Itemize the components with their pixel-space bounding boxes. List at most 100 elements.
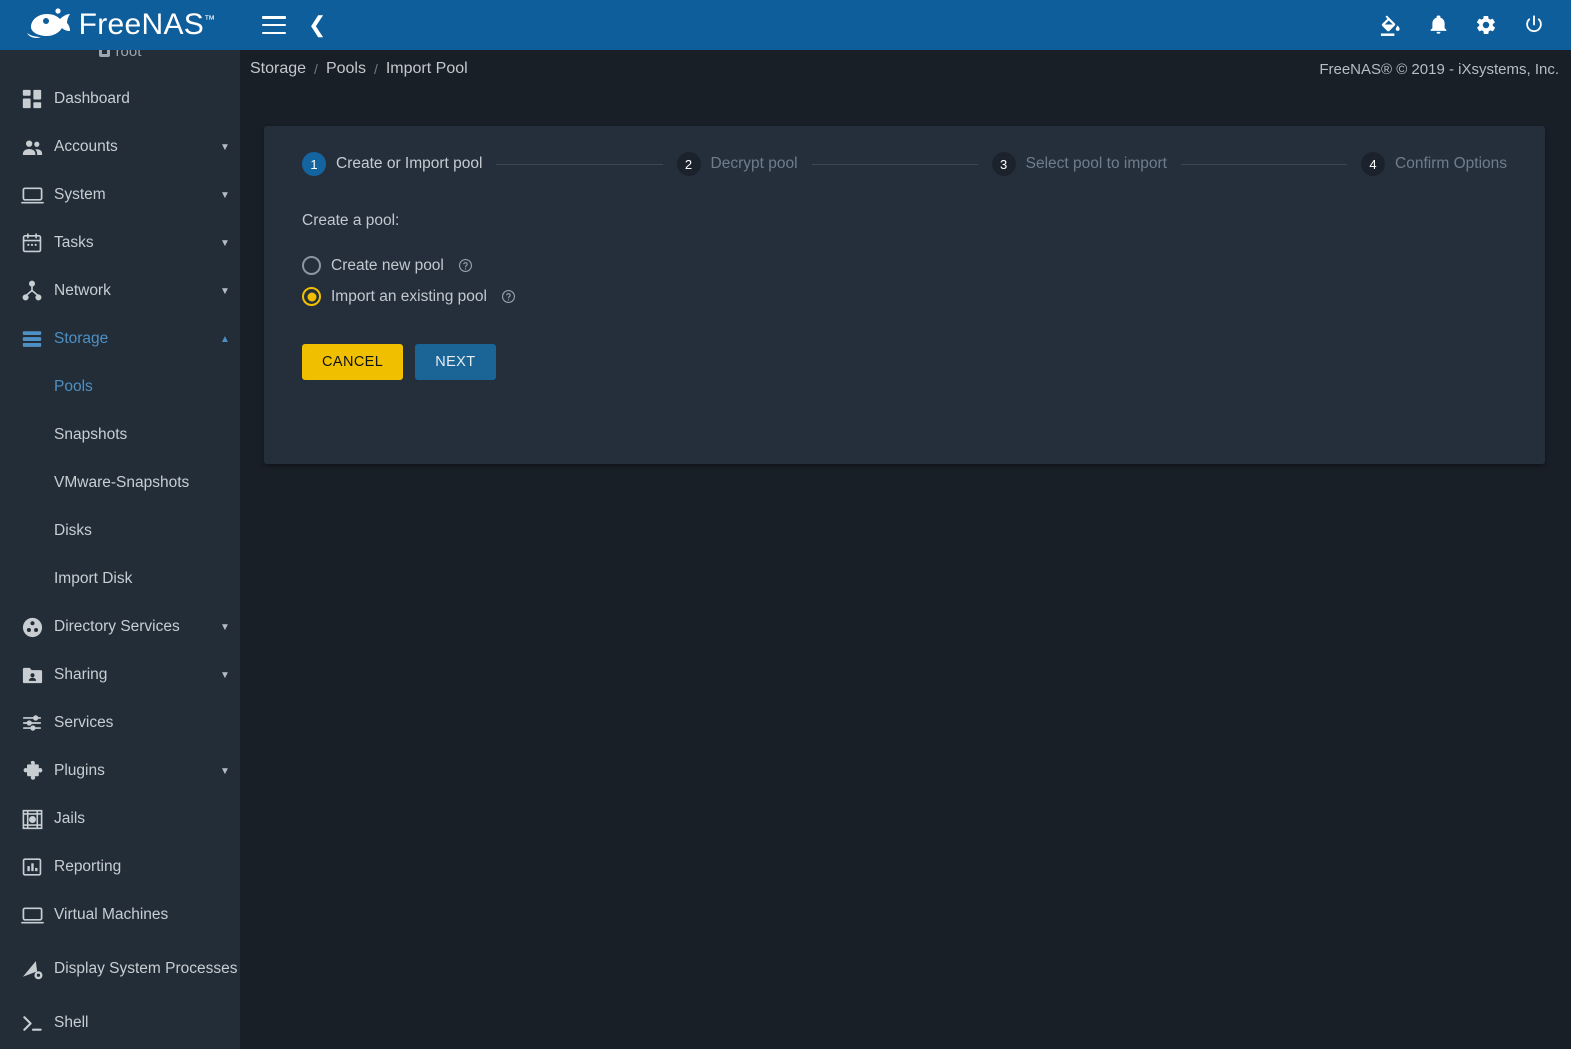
wizard-step-number: 1 [302,152,326,176]
sidebar-item-shell[interactable]: Shell [0,999,240,1047]
wizard-step-4[interactable]: 4 Confirm Options [1361,152,1507,176]
brand-name: FreeNAS™ [78,8,216,41]
sidebar-item-list: Dashboard Accounts ▼ System ▼ Tasks ▼ Network ▼ S… [0,75,240,1047]
top-app-bar: FreeNAS™ ❮ [0,0,1571,50]
theme-paint-bucket-icon[interactable] [1379,14,1402,37]
radio-indicator[interactable] [302,256,321,275]
sidebar-item-label: Virtual Machines [54,906,169,924]
sidebar-item-disks[interactable]: Disks [0,507,240,555]
main-content: Storage / Pools / Import Pool FreeNAS® ©… [240,50,1571,1049]
sidebar-item-display-system-processes[interactable]: Display System Processes [0,939,240,999]
sidebar-item-label: VMware-Snapshots [54,474,190,492]
chevron-left-icon[interactable]: ❮ [308,14,326,36]
sidebar-item-network[interactable]: Network ▼ [0,267,240,315]
sidebar-item-pools[interactable]: Pools [0,363,240,411]
sidebar-item-jails[interactable]: Jails [0,795,240,843]
power-icon[interactable] [1523,14,1545,36]
sidebar-item-label: Storage [54,330,109,348]
import-pool-wizard-card: 1 Create or Import pool 2 Decrypt pool 3 Sele… [264,126,1545,464]
radio-option-import-existing-pool[interactable]: Import an existing pool [302,281,1507,312]
sidebar-item-tasks[interactable]: Tasks ▼ [0,219,240,267]
wizard-step-1[interactable]: 1 Create or Import pool [302,152,482,176]
sidebar-item-label: Reporting [54,858,122,876]
accounts-people-icon [10,136,54,159]
topbar-right-controls [1379,14,1545,37]
sidebar-item-label: Disks [54,522,92,540]
sidebar-item-accounts[interactable]: Accounts ▼ [0,123,240,171]
sidebar-item-reporting[interactable]: Reporting [0,843,240,891]
wizard-step-3[interactable]: 3 Select pool to import [991,152,1167,176]
jails-icon [10,808,54,831]
sidebar-item-vmware-snapshots[interactable]: VMware-Snapshots [0,459,240,507]
sidebar-item-dashboard[interactable]: Dashboard [0,75,240,123]
form-title: Create a pool: [302,212,400,229]
hamburger-menu-icon[interactable] [262,16,286,34]
wizard-step-label: Confirm Options [1395,155,1507,172]
help-circle-icon[interactable] [501,289,516,304]
sidebar-item-label: Services [54,714,114,732]
tasks-calendar-icon [10,232,54,254]
topbar-left-controls: ❮ [262,14,326,36]
sidebar-item-sharing[interactable]: Sharing ▼ [0,651,240,699]
sidebar-item-label: Import Disk [54,570,133,588]
radio-label: Create new pool [331,256,444,274]
sidebar-item-virtual-machines[interactable]: Virtual Machines [0,891,240,939]
stepper-connector [1180,163,1348,165]
radio-option-create-new-pool[interactable]: Create new pool [302,250,1507,281]
breadcrumb: Storage / Pools / Import Pool [250,60,468,78]
virtual-machines-icon [10,904,54,927]
chevron-down-icon[interactable]: ▼ [210,670,240,681]
cancel-button[interactable]: CANCEL [302,344,404,380]
breadcrumb-separator: / [314,61,318,77]
sidebar-navigation: root Dashboard Accounts ▼ System ▼ Tasks ▼ Netw… [0,0,240,1049]
chevron-down-icon[interactable]: ▼ [210,286,240,297]
wizard-step-number: 3 [991,152,1016,176]
sidebar-item-import-disk[interactable]: Import Disk [0,555,240,603]
storage-stack-icon [10,328,54,350]
breadcrumb-item-pools[interactable]: Pools [326,60,366,78]
wizard-step-2[interactable]: 2 Decrypt pool [676,152,798,176]
sidebar-item-label: Jails [54,810,86,828]
wizard-step-form: Create a pool: Create new pool Import an… [302,212,1507,380]
sidebar-item-snapshots[interactable]: Snapshots [0,411,240,459]
freenas-fish-logo-icon [26,8,70,38]
plugins-puzzle-icon [10,760,54,783]
chevron-down-icon[interactable]: ▼ [210,766,240,777]
radio-indicator[interactable] [302,287,321,306]
copyright-text: FreeNAS® © 2019 - iXsystems, Inc. [1319,60,1559,78]
sidebar-item-storage[interactable]: Storage ▲ [0,315,240,363]
wizard-step-label: Select pool to import [1025,155,1167,172]
network-nodes-icon [10,280,54,302]
chevron-down-icon[interactable]: ▼ [210,142,240,153]
sidebar-item-directory-services[interactable]: Directory Services ▼ [0,603,240,651]
sidebar-item-services[interactable]: Services [0,699,240,747]
chevron-up-icon[interactable]: ▲ [210,334,240,345]
sidebar-item-label: Display System Processes [54,960,238,978]
chevron-down-icon[interactable]: ▼ [210,190,240,201]
help-circle-icon[interactable] [458,258,473,273]
shell-prompt-icon [10,1012,54,1035]
sidebar-item-label: Pools [54,378,93,396]
dashboard-icon [10,88,54,110]
settings-gear-icon[interactable] [1475,14,1497,36]
sidebar-item-label: Tasks [54,234,94,252]
wizard-button-row: CANCEL NEXT [302,344,1507,380]
brand-logo[interactable]: FreeNAS™ [0,0,240,50]
sidebar-item-label: Directory Services [54,618,180,636]
next-button[interactable]: NEXT [415,344,496,380]
chevron-down-icon[interactable]: ▼ [210,622,240,633]
wizard-step-label: Create or Import pool [336,155,483,172]
breadcrumb-item-storage[interactable]: Storage [250,60,306,78]
chevron-down-icon[interactable]: ▼ [210,238,240,249]
system-processes-icon [10,958,54,981]
notifications-bell-icon[interactable] [1428,14,1449,36]
sidebar-item-label: Dashboard [54,90,130,108]
sharing-folder-icon [10,664,54,687]
sidebar-item-label: Accounts [54,138,118,156]
brand-trademark: ™ [204,14,216,26]
sidebar-item-plugins[interactable]: Plugins ▼ [0,747,240,795]
directory-services-icon [10,616,54,639]
reporting-chart-icon [10,856,54,878]
sidebar-item-system[interactable]: System ▼ [0,171,240,219]
stepper-connector [496,163,663,165]
